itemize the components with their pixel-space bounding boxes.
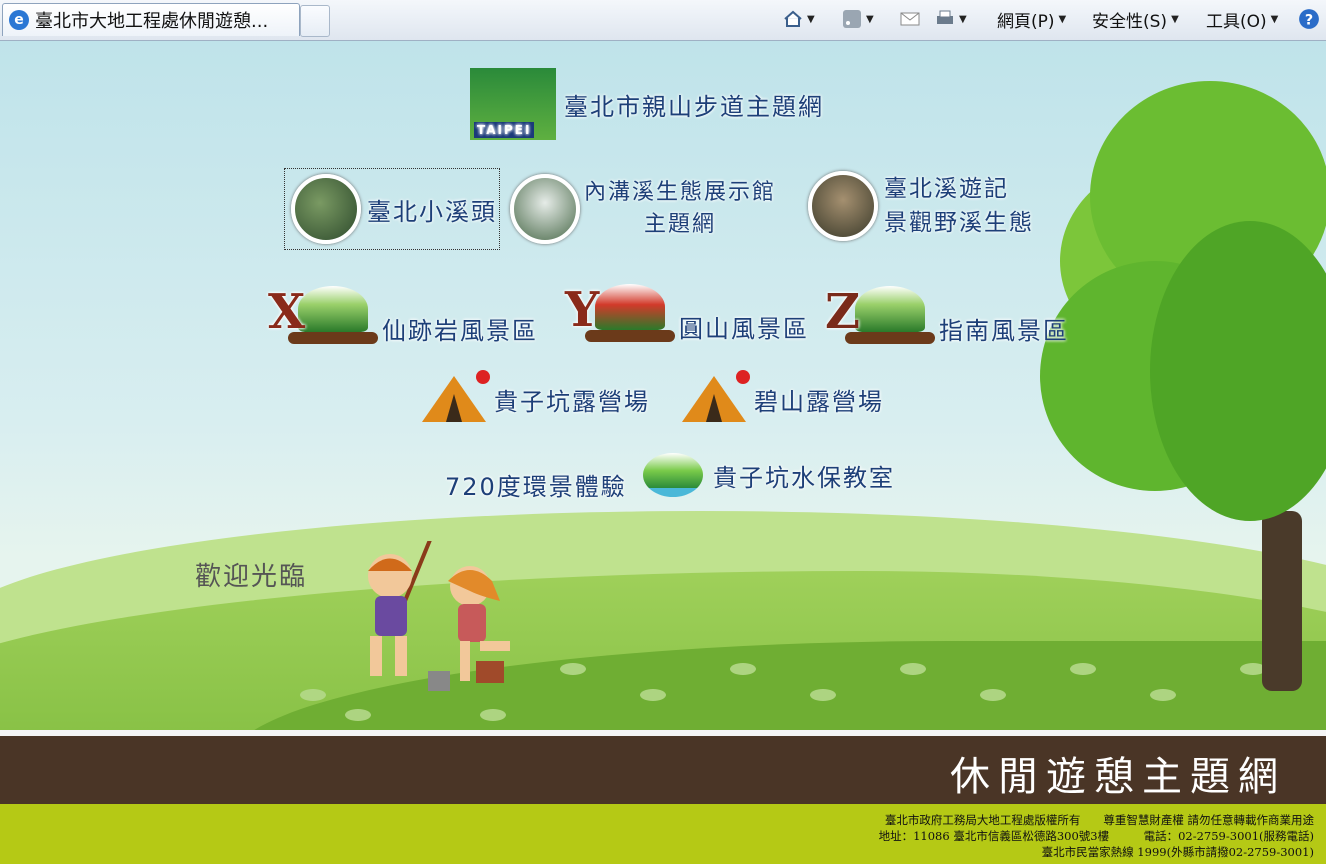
link-classroom[interactable]: 貴子坑水保教室 xyxy=(643,453,895,497)
footer-hotline: 臺北市民當家熱線 1999(外縣市請撥02-2759-3001) xyxy=(1041,845,1314,859)
help-button[interactable]: ? xyxy=(1298,5,1320,33)
xianjiyan-logo: X xyxy=(268,284,378,344)
chevron-down-icon: ▼ xyxy=(959,13,967,25)
neigou-photo xyxy=(510,174,580,244)
printer-icon xyxy=(937,10,953,24)
page-menu-label: 網頁(P) xyxy=(997,11,1055,32)
link-bishan-camp-label: 碧山露營場 xyxy=(754,387,884,416)
neigou-label-line1: 內溝溪生態展示館 xyxy=(584,180,777,205)
path-dot xyxy=(560,663,586,675)
svg-text:?: ? xyxy=(1305,13,1313,29)
rss-icon xyxy=(843,10,861,28)
taipei-hiking-logo: TAIPEI xyxy=(470,68,556,140)
welcome-text: 歡迎光臨 xyxy=(195,562,308,592)
path-dot xyxy=(480,709,506,721)
link-xianjiyan-label: 仙跡岩風景區 xyxy=(382,317,538,345)
tree-trunk xyxy=(1262,511,1302,691)
path-dot xyxy=(980,689,1006,701)
link-yuanshan[interactable]: Y 圓山風景區 xyxy=(565,279,809,344)
chevron-down-icon: ▼ xyxy=(1058,13,1067,25)
creek-label-line1: 臺北溪遊記 xyxy=(884,176,1009,202)
print-button[interactable]: ▼ xyxy=(935,5,967,33)
path-dot xyxy=(730,663,756,675)
link-creek-journey[interactable]: 臺北溪遊記 景觀野溪生態 xyxy=(808,171,1034,241)
path-dot xyxy=(345,709,371,721)
path-dot xyxy=(640,689,666,701)
island-icon xyxy=(643,453,703,497)
link-guizikeng-camp-label: 貴子坑露營場 xyxy=(494,387,650,416)
path-dot xyxy=(810,689,836,701)
home-icon xyxy=(784,10,802,27)
link-classroom-label: 貴子坑水保教室 xyxy=(713,463,895,492)
link-yuanshan-label: 圓山風景區 xyxy=(679,315,809,343)
tab-title: 臺北市大地工程處休閒遊憩... xyxy=(35,11,269,32)
link-720-vr[interactable]: 720度環景體驗 xyxy=(445,467,627,502)
safety-menu[interactable]: 安全性(S) ▼ xyxy=(1092,5,1179,33)
path-dot xyxy=(1150,689,1176,701)
yuanshan-logo: Y xyxy=(565,282,675,342)
safety-menu-label: 安全性(S) xyxy=(1092,11,1168,32)
tent-icon xyxy=(682,370,750,422)
link-hiking-label: 臺北市親山步道主題網 xyxy=(564,92,824,121)
creek-photo xyxy=(808,171,878,241)
new-tab-button[interactable] xyxy=(300,5,330,37)
link-xiaoxitou[interactable]: 臺北小溪頭 xyxy=(284,168,500,250)
page-content: TAIPEI 臺北市親山步道主題網 臺北小溪頭 內溝溪生態展示館 主題網 臺北溪… xyxy=(0,41,1326,730)
tools-menu-label: 工具(O) xyxy=(1206,11,1267,32)
home-button[interactable]: ▼ xyxy=(783,5,815,33)
children-illustration xyxy=(368,541,510,691)
taipei-logo-text: TAIPEI xyxy=(474,122,535,138)
creek-label-line2: 景觀野溪生態 xyxy=(884,210,1034,236)
link-720-label: 720度環景體驗 xyxy=(445,473,627,501)
link-xianjiyan[interactable]: X 仙跡岩風景區 xyxy=(268,281,538,346)
browser-toolbar: e 臺北市大地工程處休閒遊憩... ▼ ▼ ▼ 網頁(P) ▼ 安全性(S) ▼ 工… xyxy=(0,0,1326,41)
link-zhinan-label: 指南風景區 xyxy=(939,317,1069,345)
chevron-down-icon: ▼ xyxy=(1171,13,1179,25)
link-neigou-creek[interactable]: 內溝溪生態展示館 主題網 xyxy=(510,174,776,244)
browser-tab[interactable]: e 臺北市大地工程處休閒遊憩... xyxy=(2,3,300,36)
link-zhinan[interactable]: Z 指南風景區 xyxy=(825,281,1069,346)
zhinan-logo: Z xyxy=(825,284,935,344)
link-xiaoxitou-label: 臺北小溪頭 xyxy=(367,197,497,226)
help-icon: ? xyxy=(1299,9,1319,29)
path-dot xyxy=(1070,663,1096,675)
footer-text: 臺北市政府工務局大地工程處版權所有 尊重智慧財產權 請勿任意轉載作商業用途 地址… xyxy=(879,812,1314,860)
mail-icon xyxy=(900,12,920,26)
xiaoxitou-photo xyxy=(291,174,361,244)
ladybug-icon xyxy=(736,370,750,384)
neigou-label-line2: 主題網 xyxy=(644,212,717,237)
link-hiking-trails[interactable]: TAIPEI 臺北市親山步道主題網 xyxy=(470,68,824,140)
link-guizikeng-camp[interactable]: 貴子坑露營場 xyxy=(422,370,650,422)
link-neigou-label: 內溝溪生態展示館 主題網 xyxy=(584,177,776,241)
site-title: 休閒遊憩主題網 xyxy=(950,754,1286,800)
link-bishan-camp[interactable]: 碧山露營場 xyxy=(682,370,884,422)
chevron-down-icon: ▼ xyxy=(1270,13,1279,25)
link-creek-label: 臺北溪遊記 景觀野溪生態 xyxy=(884,172,1034,240)
footer-address: 地址：11086 臺北市信義區松德路300號3樓 電話：02-2759-3001… xyxy=(878,829,1314,843)
footer-bar: 臺北市政府工務局大地工程處版權所有 尊重智慧財產權 請勿任意轉載作商業用途 地址… xyxy=(0,804,1326,864)
feeds-button[interactable]: ▼ xyxy=(842,5,874,33)
path-dot xyxy=(300,689,326,701)
path-dot xyxy=(900,663,926,675)
chevron-down-icon: ▼ xyxy=(807,13,815,25)
site-title-bar: 休閒遊憩主題網 xyxy=(0,736,1326,804)
tools-menu[interactable]: 工具(O) ▼ xyxy=(1206,5,1278,33)
ladybug-icon xyxy=(476,370,490,384)
ie-icon: e xyxy=(9,10,29,30)
chevron-down-icon: ▼ xyxy=(866,13,874,25)
page-menu[interactable]: 網頁(P) ▼ xyxy=(997,5,1066,33)
tent-icon xyxy=(422,370,490,422)
mail-button[interactable] xyxy=(900,5,920,33)
footer-copyright: 臺北市政府工務局大地工程處版權所有 尊重智慧財產權 請勿任意轉載作商業用途 xyxy=(884,813,1314,827)
